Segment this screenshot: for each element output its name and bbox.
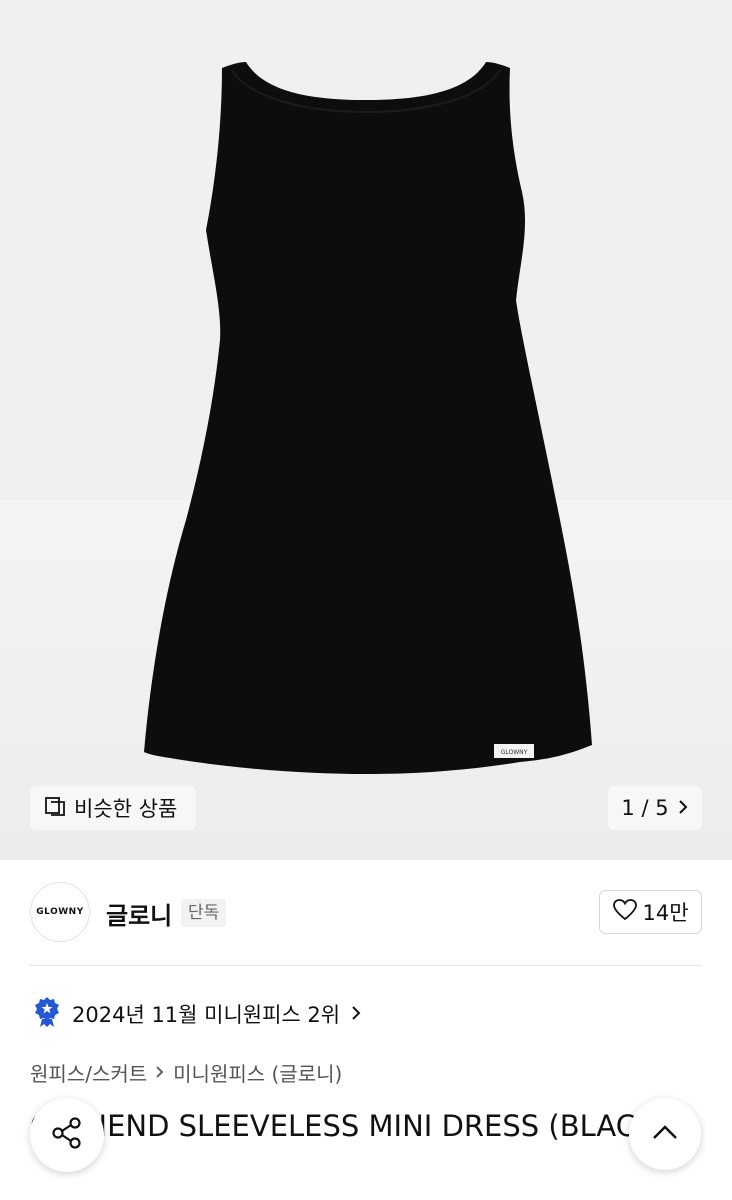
brand-logo[interactable]: GLOWNY <box>30 882 90 942</box>
exclusive-badge: 단독 <box>181 899 227 927</box>
similar-label: 비슷한 상품 <box>74 797 178 821</box>
scroll-to-top-button[interactable] <box>629 1098 701 1170</box>
dress-label-text: GLOWNY <box>501 749 528 756</box>
heart-icon <box>612 898 638 927</box>
brand-logo-text: GLOWNY <box>36 907 84 917</box>
product-title: G FRIEND SLEEVELESS MINI DRESS (BLACK) <box>30 1109 667 1143</box>
breadcrumb-subcategory[interactable]: 미니원피스 (글로니) <box>173 1058 342 1087</box>
divider <box>30 965 702 966</box>
chevron-right-icon <box>677 796 689 820</box>
chevron-right-icon <box>155 1060 165 1084</box>
like-count: 14만 <box>642 901 689 925</box>
share-icon <box>49 1115 85 1155</box>
product-image-carousel[interactable]: GLOWNY 비슷한 상품 1 / 5 <box>0 0 732 860</box>
ranking-link[interactable]: 2024년 11월 미니원피스 2위 <box>32 996 362 1032</box>
chevron-right-icon <box>350 1002 362 1026</box>
like-button[interactable]: 14만 <box>599 890 702 934</box>
ranking-text: 2024년 11월 미니원피스 2위 <box>72 1003 341 1027</box>
breadcrumb-category[interactable]: 원피스/스커트 <box>30 1058 147 1087</box>
similar-icon <box>44 795 66 822</box>
ranking-badge-icon <box>32 996 62 1033</box>
brand-name[interactable]: 글로니 <box>106 896 172 931</box>
page-indicator-text: 1 / 5 <box>621 796 669 820</box>
chevron-up-icon <box>651 1123 679 1145</box>
image-page-indicator[interactable]: 1 / 5 <box>608 786 702 830</box>
share-button[interactable] <box>30 1098 104 1172</box>
product-image-dress: GLOWNY <box>144 62 592 774</box>
brand-row: GLOWNY 글로니 단독 14만 <box>30 882 702 944</box>
breadcrumb: 원피스/스커트 미니원피스 (글로니) <box>30 1057 342 1087</box>
similar-products-button[interactable]: 비슷한 상품 <box>30 786 196 830</box>
